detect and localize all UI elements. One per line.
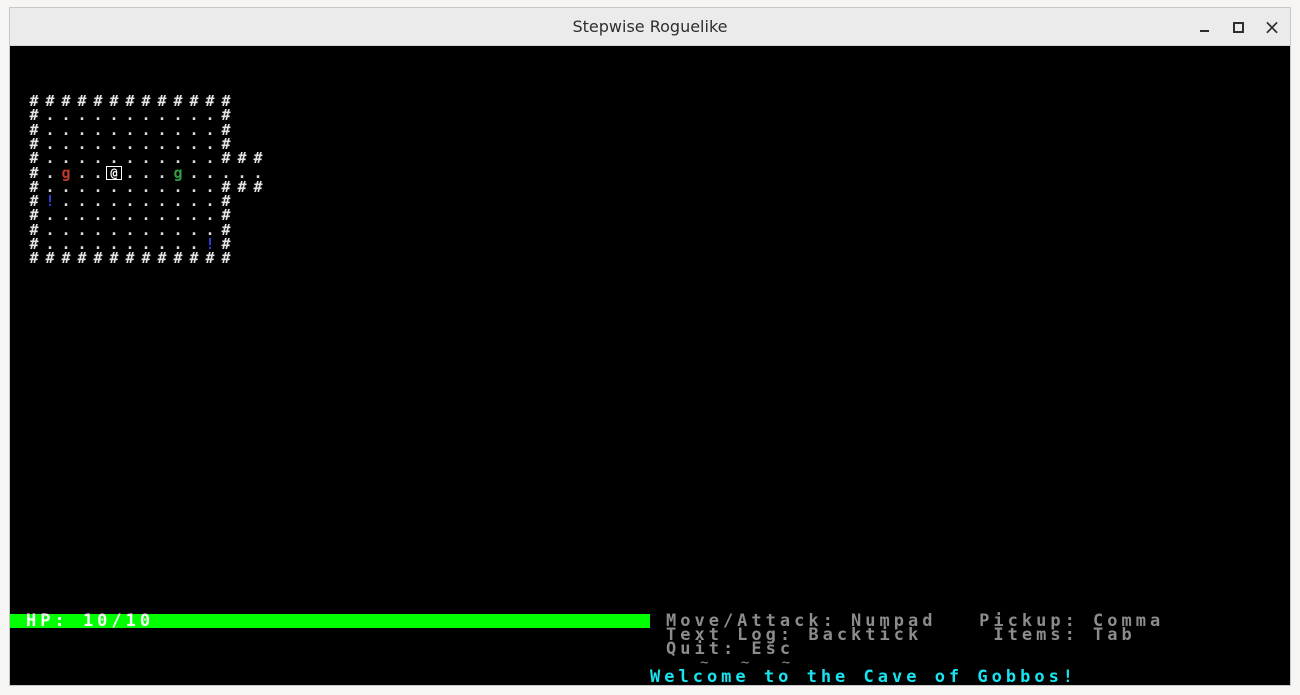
wall-tile: #	[93, 249, 103, 268]
wall-tile: #	[237, 177, 247, 196]
wall-tile: #	[141, 249, 151, 268]
wall-tile: #	[205, 249, 215, 268]
close-button[interactable]: ×	[1260, 15, 1284, 39]
close-icon: ×	[1263, 15, 1281, 39]
minimize-button[interactable]	[1192, 15, 1216, 39]
floor-tile: .	[109, 149, 119, 168]
message-log-latest: Welcome to the Cave of Gobbos!	[650, 667, 1078, 686]
help-line-quit: Quit: Esc	[666, 639, 795, 659]
maximize-icon	[1232, 21, 1244, 33]
wall-tile: #	[45, 249, 55, 268]
wall-tile: #	[253, 177, 263, 196]
minimize-icon	[1199, 30, 1209, 32]
title-bar[interactable]: Stepwise Roguelike ×	[10, 8, 1290, 46]
wall-tile: #	[221, 249, 231, 268]
wall-tile: #	[189, 249, 199, 268]
wall-tile: #	[157, 249, 167, 268]
maximize-button[interactable]	[1226, 15, 1250, 39]
window-title: Stepwise Roguelike	[572, 17, 728, 36]
wall-tile: #	[29, 249, 39, 268]
game-viewport[interactable]: # # # # # # # # # # # # # #........... # #........... # #…	[10, 46, 1290, 685]
wall-tile: #	[125, 249, 135, 268]
hp-text: HP: 10/10	[26, 611, 155, 631]
game-window: Stepwise Roguelike × # # # # # # # # # # # # # #.....…	[10, 8, 1290, 685]
wall-tile: #	[109, 249, 119, 268]
wall-tile: #	[61, 249, 71, 268]
wall-tile: #	[77, 249, 87, 268]
wall-tile: #	[173, 249, 183, 268]
